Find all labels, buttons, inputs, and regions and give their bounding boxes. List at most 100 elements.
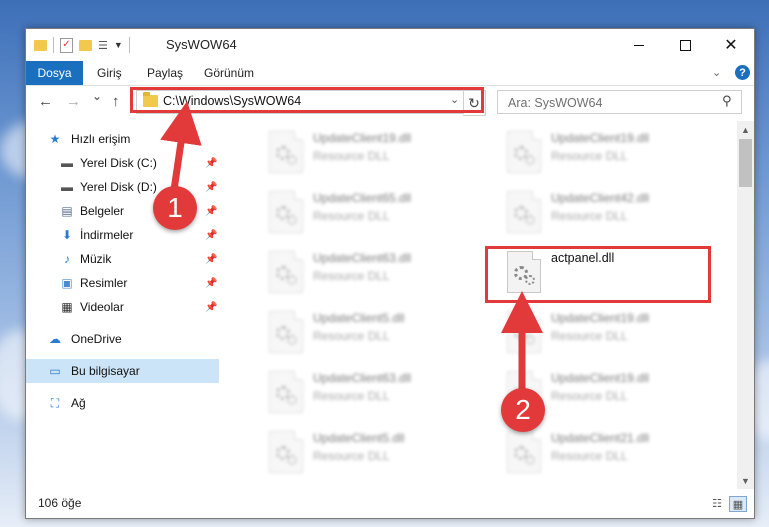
tab-giris[interactable]: Giriş bbox=[97, 61, 122, 85]
file-name: UpdateClient65.dll bbox=[313, 191, 412, 205]
sidebar-item-indirmeler[interactable]: ⬇ İndirmeler 📌 bbox=[26, 223, 219, 247]
music-icon: ♪ bbox=[64, 252, 70, 266]
maximize-button[interactable] bbox=[662, 29, 708, 61]
scroll-down-icon[interactable]: ▼ bbox=[737, 472, 754, 489]
dll-file-icon bbox=[269, 191, 303, 233]
file-item[interactable]: UpdateClient21.dll Resource DLL bbox=[489, 425, 729, 481]
file-name: actpanel.dll bbox=[551, 251, 615, 265]
minimize-button[interactable] bbox=[616, 29, 662, 61]
navigation-pane: ★ Hızlı erişim ▬ Yerel Disk (C:) 📌 ▬ Yer… bbox=[26, 121, 219, 489]
pin-icon[interactable]: 📌 bbox=[205, 302, 217, 313]
help-icon[interactable]: ? bbox=[735, 65, 750, 80]
scroll-thumb[interactable] bbox=[739, 139, 752, 187]
dll-file-icon bbox=[269, 371, 303, 413]
dropdown-arrow-icon[interactable]: ▼ bbox=[114, 40, 123, 50]
sidebar-item-muzik[interactable]: ♪ Müzik 📌 bbox=[26, 247, 219, 271]
videos-icon: ▦ bbox=[61, 300, 73, 314]
vertical-scrollbar[interactable]: ▲ ▼ bbox=[737, 121, 754, 489]
recent-locations-icon[interactable]: ⌄ bbox=[92, 89, 102, 103]
file-type: Resource DLL bbox=[551, 149, 628, 163]
sidebar-item-label: Bu bilgisayar bbox=[71, 364, 140, 378]
computer-icon: ▭ bbox=[49, 364, 61, 378]
file-item[interactable]: UpdateClient65.dll Resource DLL bbox=[251, 185, 491, 241]
scroll-up-icon[interactable]: ▲ bbox=[737, 121, 754, 138]
dll-file-icon bbox=[507, 251, 541, 293]
pictures-icon: ▣ bbox=[61, 276, 73, 290]
status-bar: 106 öğe ☷ ▦ bbox=[26, 490, 754, 518]
pin-icon[interactable]: 📌 bbox=[205, 254, 217, 265]
file-name: UpdateClient63.dll bbox=[313, 251, 412, 265]
step-2-badge: 2 bbox=[501, 388, 545, 432]
sidebar-item-onedrive[interactable]: ☁ OneDrive bbox=[26, 327, 219, 351]
search-icon[interactable]: ⚲ bbox=[722, 93, 732, 109]
sidebar-item-yerel-disk-c[interactable]: ▬ Yerel Disk (C:) 📌 bbox=[26, 151, 219, 175]
dll-file-icon bbox=[507, 131, 541, 173]
refresh-icon[interactable]: ↻ bbox=[463, 90, 486, 116]
ribbon-tabs: Dosya Giriş Paylaş Görünüm ⌄ ? bbox=[26, 61, 754, 86]
file-type: Resource DLL bbox=[313, 449, 390, 463]
dll-file-icon bbox=[269, 131, 303, 173]
new-folder-icon[interactable] bbox=[79, 39, 92, 51]
file-type: Resource DLL bbox=[313, 149, 390, 163]
pin-icon[interactable]: 📌 bbox=[205, 206, 217, 217]
file-name: UpdateClient21.dll bbox=[551, 431, 650, 445]
customize-icon[interactable]: ☰ bbox=[98, 39, 108, 52]
file-item[interactable]: UpdateClient19.dll Resource DLL bbox=[251, 125, 491, 181]
search-box[interactable]: ⚲ bbox=[497, 90, 742, 114]
sidebar-item-label: Yerel Disk (C:) bbox=[80, 156, 157, 170]
file-item-actpanel[interactable]: actpanel.dll bbox=[489, 245, 729, 301]
up-arrow-icon[interactable]: ↑ bbox=[112, 93, 120, 110]
sidebar-item-label: OneDrive bbox=[71, 332, 122, 346]
pin-icon[interactable]: 📌 bbox=[205, 158, 217, 169]
details-view-icon[interactable]: ☷ bbox=[709, 496, 725, 510]
file-name: UpdateClient19.dll bbox=[313, 131, 412, 145]
file-type: Resource DLL bbox=[551, 449, 628, 463]
file-item[interactable]: UpdateClient63.dll Resource DLL bbox=[251, 245, 491, 301]
properties-check-icon[interactable]: ✓ bbox=[60, 37, 73, 53]
sidebar-item-label: Resimler bbox=[80, 276, 128, 290]
documents-icon: ▤ bbox=[61, 204, 73, 218]
sidebar-item-ag[interactable]: ⛶ Ağ bbox=[26, 391, 219, 415]
chevron-down-icon[interactable]: ⌄ bbox=[712, 66, 721, 79]
search-input[interactable] bbox=[506, 93, 710, 112]
sidebar-item-bu-bilgisayar[interactable]: ▭ Bu bilgisayar bbox=[26, 359, 219, 383]
tab-gorunum[interactable]: Görünüm bbox=[204, 61, 254, 85]
sidebar-item-hizli-erisim[interactable]: ★ Hızlı erişim bbox=[26, 127, 219, 151]
file-name: UpdateClient42.dll bbox=[551, 191, 650, 205]
sidebar-item-resimler[interactable]: ▣ Resimler 📌 bbox=[26, 271, 219, 295]
sidebar-item-videolar[interactable]: ▦ Videolar 📌 bbox=[26, 295, 219, 319]
address-path[interactable]: C:\Windows\SysWOW64 bbox=[163, 94, 301, 108]
file-name: UpdateClient63.dll bbox=[313, 371, 412, 385]
pin-icon[interactable]: 📌 bbox=[205, 182, 217, 193]
file-name: UpdateClient19.dll bbox=[551, 311, 650, 325]
item-count: 106 öğe bbox=[38, 496, 82, 510]
large-icons-view-icon[interactable]: ▦ bbox=[729, 496, 747, 512]
file-type: Resource DLL bbox=[313, 329, 390, 343]
dll-file-icon bbox=[507, 191, 541, 233]
pin-icon[interactable]: 📌 bbox=[205, 230, 217, 241]
close-button[interactable]: ✕ bbox=[708, 29, 754, 61]
step-1-badge: 1 bbox=[153, 186, 197, 230]
file-name: UpdateClient5.dll bbox=[313, 431, 405, 445]
pin-icon[interactable]: 📌 bbox=[205, 278, 217, 289]
address-bar[interactable]: C:\Windows\SysWOW64 ⌄ bbox=[136, 90, 464, 114]
dll-file-icon bbox=[269, 311, 303, 353]
back-arrow-icon[interactable]: ← bbox=[38, 93, 53, 110]
file-item[interactable]: UpdateClient42.dll Resource DLL bbox=[489, 185, 729, 241]
dll-file-icon bbox=[269, 431, 303, 473]
navigation-bar: ← → ⌄ ↑ C:\Windows\SysWOW64 ⌄ ↻ ⚲ bbox=[26, 85, 754, 119]
file-type: Resource DLL bbox=[313, 269, 390, 283]
file-item[interactable]: UpdateClient5.dll Resource DLL bbox=[251, 305, 491, 361]
folder-icon[interactable] bbox=[34, 39, 47, 51]
file-item[interactable]: UpdateClient19.dll Resource DLL bbox=[489, 125, 729, 181]
tab-dosya[interactable]: Dosya bbox=[26, 61, 83, 85]
file-item[interactable]: UpdateClient19.dll Resource DLL bbox=[489, 305, 729, 361]
star-icon: ★ bbox=[49, 132, 61, 146]
file-item[interactable]: UpdateClient5.dll Resource DLL bbox=[251, 425, 491, 481]
file-type: Resource DLL bbox=[313, 389, 390, 403]
file-item[interactable]: UpdateClient63.dll Resource DLL bbox=[251, 365, 491, 421]
tab-paylas[interactable]: Paylaş bbox=[147, 61, 183, 85]
address-dropdown-icon[interactable]: ⌄ bbox=[450, 93, 459, 106]
dll-file-icon bbox=[269, 251, 303, 293]
forward-arrow-icon[interactable]: → bbox=[66, 93, 81, 110]
